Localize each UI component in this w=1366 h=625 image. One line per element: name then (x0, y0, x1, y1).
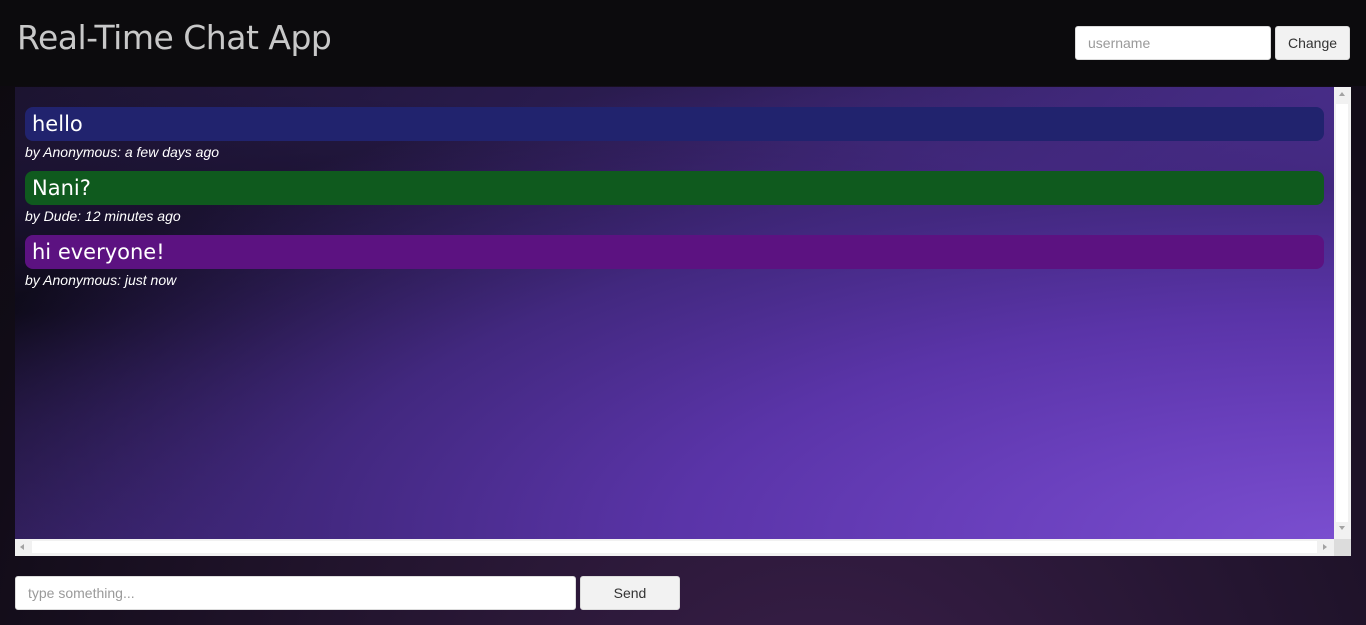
chat-message: hi everyone! by Anonymous: just now (25, 235, 1324, 288)
chat-message: Nani? by Dude: 12 minutes ago (25, 171, 1324, 224)
scroll-right-arrow-icon[interactable] (1323, 544, 1327, 550)
message-input[interactable] (15, 576, 576, 610)
scroll-left-arrow-icon[interactable] (20, 544, 24, 550)
chat-panel: hello by Anonymous: a few days ago Nani?… (15, 87, 1351, 556)
change-username-button[interactable]: Change (1275, 26, 1350, 60)
chat-message: hello by Anonymous: a few days ago (25, 107, 1324, 160)
message-meta: by Anonymous: a few days ago (25, 144, 220, 160)
vertical-scrollbar[interactable] (1334, 87, 1351, 539)
username-input[interactable] (1075, 26, 1271, 60)
scroll-down-arrow-icon[interactable] (1339, 526, 1345, 530)
message-meta: by Dude: 12 minutes ago (25, 208, 181, 224)
horizontal-scroll-thumb[interactable] (32, 541, 1317, 553)
message-bubble: Nani? (25, 171, 1324, 205)
app-title: Real-Time Chat App (17, 18, 332, 57)
messages-list[interactable]: hello by Anonymous: a few days ago Nani?… (15, 87, 1334, 539)
horizontal-scrollbar[interactable] (15, 539, 1334, 556)
scrollbar-corner (1334, 539, 1351, 556)
message-meta: by Anonymous: just now (25, 272, 177, 288)
vertical-scroll-thumb[interactable] (1336, 104, 1348, 522)
app-header: Real-Time Chat App Change (0, 0, 1366, 86)
scroll-up-arrow-icon[interactable] (1339, 92, 1345, 96)
message-bubble: hi everyone! (25, 235, 1324, 269)
send-button[interactable]: Send (580, 576, 680, 610)
message-bubble: hello (25, 107, 1324, 141)
